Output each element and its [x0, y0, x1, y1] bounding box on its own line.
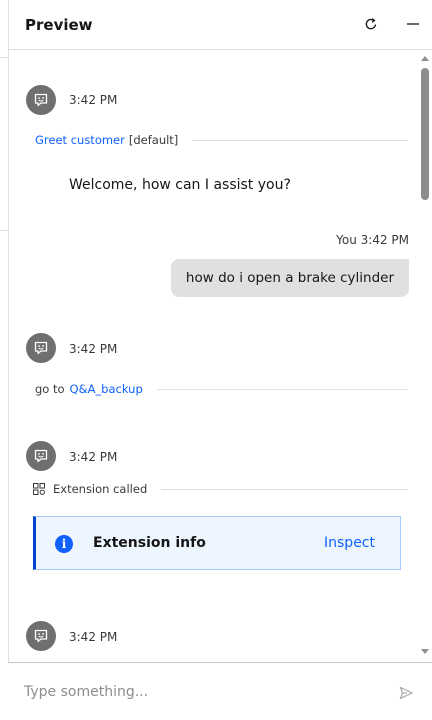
inspect-link[interactable]: Inspect — [324, 535, 375, 551]
conversation-scrollbar[interactable] — [418, 50, 432, 662]
scroll-thumb[interactable] — [421, 68, 429, 200]
greet-customer-link[interactable]: Greet customer — [35, 133, 125, 147]
preview-header: Preview — [8, 0, 432, 50]
refresh-icon — [365, 18, 377, 30]
bot-avatar — [26, 441, 56, 471]
message-input[interactable] — [24, 681, 364, 703]
bot-avatar — [26, 621, 56, 651]
message-input-bar — [8, 662, 432, 720]
scroll-up-arrow-icon[interactable] — [421, 56, 429, 61]
info-icon: i — [55, 535, 73, 553]
chat-bot-icon — [34, 93, 48, 107]
minimize-button[interactable] — [401, 12, 425, 36]
background-divider — [0, 57, 8, 58]
bot-message: Welcome, how can I assist you? — [69, 177, 291, 193]
action-line: Greet customer [default] — [35, 132, 408, 148]
action-divider — [192, 139, 408, 141]
go-to-label: go to — [35, 382, 65, 396]
bot-avatar — [26, 333, 56, 363]
chat-bot-icon — [34, 629, 48, 643]
extension-info-title: Extension info — [93, 535, 206, 551]
minimize-icon — [407, 23, 419, 25]
refresh-button[interactable] — [359, 12, 383, 36]
action-line: go to Q&A_backup — [35, 381, 408, 397]
chat-bot-icon — [34, 341, 48, 355]
action-line: Extension called — [33, 481, 408, 497]
panel-title: Preview — [25, 16, 93, 34]
action-divider — [156, 388, 408, 390]
action-divider — [161, 488, 408, 490]
user-timestamp: You 3:42 PM — [336, 233, 409, 247]
message-timestamp: 3:42 PM — [69, 450, 118, 464]
scroll-down-arrow-icon[interactable] — [421, 649, 429, 654]
user-message-bubble: how do i open a brake cylinder — [170, 259, 409, 297]
user-message-text: how do i open a brake cylinder — [185, 270, 394, 286]
extension-called-label: Extension called — [53, 482, 148, 496]
bot-avatar — [26, 85, 56, 115]
extension-icon — [33, 483, 45, 495]
message-timestamp: 3:42 PM — [69, 342, 118, 356]
message-timestamp: 3:42 PM — [69, 93, 118, 107]
extension-info-card: i Extension info Inspect — [33, 516, 401, 570]
message-timestamp: 3:42 PM — [69, 630, 118, 644]
preview-panel: Preview 3:42 PM Greet customer [default]… — [0, 0, 432, 720]
chat-bot-icon — [34, 449, 48, 463]
send-icon[interactable] — [398, 685, 414, 701]
background-divider — [0, 230, 8, 231]
qa-backup-link[interactable]: Q&A_backup — [70, 382, 143, 396]
conversation-area[interactable]: 3:42 PM Greet customer [default] Welcome… — [8, 50, 418, 662]
default-tag: [default] — [128, 133, 179, 147]
